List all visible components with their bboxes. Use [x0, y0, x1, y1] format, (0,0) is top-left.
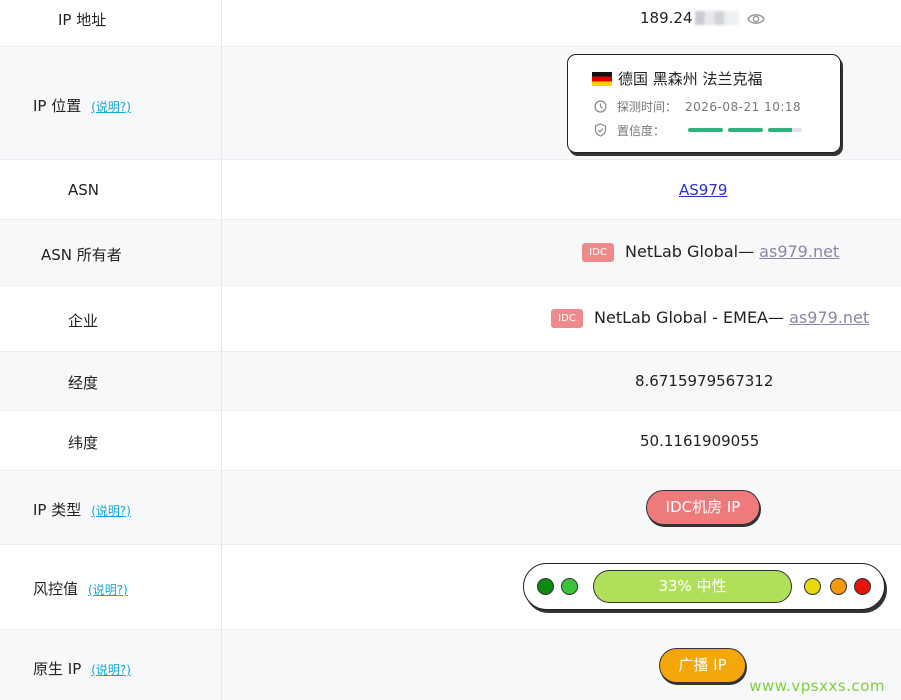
row-asn-owner: ASN 所有者 IDC NetLab Global— as979.net — [0, 220, 901, 286]
value-cell: AS979 — [223, 160, 901, 219]
enterprise-label: 企业 — [68, 312, 99, 330]
value-cell: IDC NetLab Global - EMEA— as979.net — [223, 286, 901, 351]
germany-flag-icon — [592, 72, 612, 86]
confidence-label: 置信度： — [617, 124, 666, 138]
asn-owner-label: ASN 所有者 — [41, 246, 122, 264]
help-link[interactable]: (说明?) — [91, 663, 131, 677]
latitude-value: 50.1161909055 — [640, 432, 760, 450]
confidence-segment — [768, 128, 802, 132]
ip-type-label: IP 类型 (说明?) — [33, 499, 131, 520]
row-ip-address: IP 地址 189.24 — [0, 0, 901, 47]
ip-address-text: 189.24 — [640, 9, 693, 27]
risk-dot-orange — [830, 578, 847, 595]
risk-value-bar: 33% 中性 — [593, 570, 792, 603]
value-cell: IDC NetLab Global— as979.net — [223, 220, 901, 285]
native-ip-label-text: 原生 IP — [33, 660, 82, 678]
label-cell: 经度 — [0, 352, 222, 410]
confidence-line: 置信度： — [594, 122, 665, 140]
label-cell: IP 类型 (说明?) — [0, 471, 222, 544]
label-cell: ASN 所有者 — [0, 220, 222, 285]
risk-dot-green — [561, 578, 578, 595]
label-cell: 纬度 — [0, 411, 222, 470]
idc-badge: IDC — [551, 309, 583, 328]
probe-time-line: 探测时间： 2026-08-21 10:18 — [594, 98, 801, 116]
watermark: www.vpsxxs.com — [749, 677, 885, 695]
longitude-label: 经度 — [68, 374, 99, 392]
label-cell: IP 位置 (说明?) — [0, 47, 222, 159]
asn-owner-domain-link[interactable]: as979.net — [759, 242, 839, 261]
risk-dot-yellow — [804, 578, 821, 595]
value-cell: 189.24 — [223, 0, 901, 46]
risk-meter: 33% 中性 — [523, 563, 885, 610]
value-cell: 8.6715979567312 — [223, 352, 901, 410]
row-latitude: 纬度 50.1161909055 — [0, 411, 901, 471]
probe-label: 探测时间： — [617, 100, 678, 114]
confidence-meter — [688, 128, 802, 132]
ip-address-value: 189.24 — [640, 9, 765, 30]
risk-label: 风控值 (说明?) — [33, 578, 128, 599]
label-cell: IP 地址 — [0, 0, 222, 46]
risk-label-text: 风控值 — [33, 580, 79, 598]
help-link[interactable]: (说明?) — [91, 504, 131, 518]
latitude-label: 纬度 — [68, 434, 99, 452]
risk-dot-dark-green — [537, 578, 554, 595]
help-link[interactable]: (说明?) — [91, 100, 131, 114]
row-enterprise: 企业 IDC NetLab Global - EMEA— as979.net — [0, 286, 901, 352]
confidence-segment — [688, 128, 723, 132]
row-ip-type: IP 类型 (说明?) — [0, 471, 901, 545]
enterprise-name: NetLab Global - EMEA— — [594, 308, 790, 327]
label-cell: 风控值 (说明?) — [0, 545, 222, 629]
ip-address-label: IP 地址 — [58, 11, 107, 29]
location-line: 德国 黑森州 法兰克福 — [592, 68, 763, 89]
enterprise-value: IDC NetLab Global - EMEA— as979.net — [551, 308, 869, 328]
broadcast-ip-badge: 广播 IP — [659, 648, 746, 683]
location-card: 德国 黑森州 法兰克福 探测时间： 2026-08-21 10:18 置信度： — [567, 54, 841, 153]
enterprise-domain-link[interactable]: as979.net — [789, 308, 869, 327]
row-asn: ASN AS979 — [0, 160, 901, 220]
asn-label: ASN — [68, 181, 100, 199]
ip-location-label-text: IP 位置 — [33, 97, 82, 115]
probe-time: 2026-08-21 10:18 — [685, 100, 802, 114]
help-link[interactable]: (说明?) — [88, 583, 128, 597]
ip-type-label-text: IP 类型 — [33, 501, 82, 519]
idc-badge: IDC — [582, 243, 614, 262]
asn-owner-name: NetLab Global— — [625, 242, 760, 261]
location-text: 德国 黑森州 法兰克福 — [618, 70, 763, 88]
masked-ip-part — [694, 11, 739, 25]
label-cell: ASN — [0, 160, 222, 219]
native-ip-label: 原生 IP (说明?) — [33, 658, 131, 679]
asn-link[interactable]: AS979 — [679, 181, 727, 199]
confidence-segment — [728, 128, 763, 132]
asn-owner-value: IDC NetLab Global— as979.net — [582, 242, 839, 262]
risk-dot-red — [854, 578, 871, 595]
value-cell: 50.1161909055 — [223, 411, 901, 470]
shield-check-icon — [594, 123, 607, 140]
longitude-value: 8.6715979567312 — [635, 372, 774, 390]
ip-location-label: IP 位置 (说明?) — [33, 95, 131, 116]
label-cell: 原生 IP (说明?) — [0, 630, 222, 700]
eye-icon[interactable] — [746, 12, 765, 30]
label-cell: 企业 — [0, 286, 222, 351]
row-longitude: 经度 8.6715979567312 — [0, 352, 901, 411]
clock-icon — [594, 100, 607, 116]
idc-ip-badge: IDC机房 IP — [646, 490, 760, 525]
